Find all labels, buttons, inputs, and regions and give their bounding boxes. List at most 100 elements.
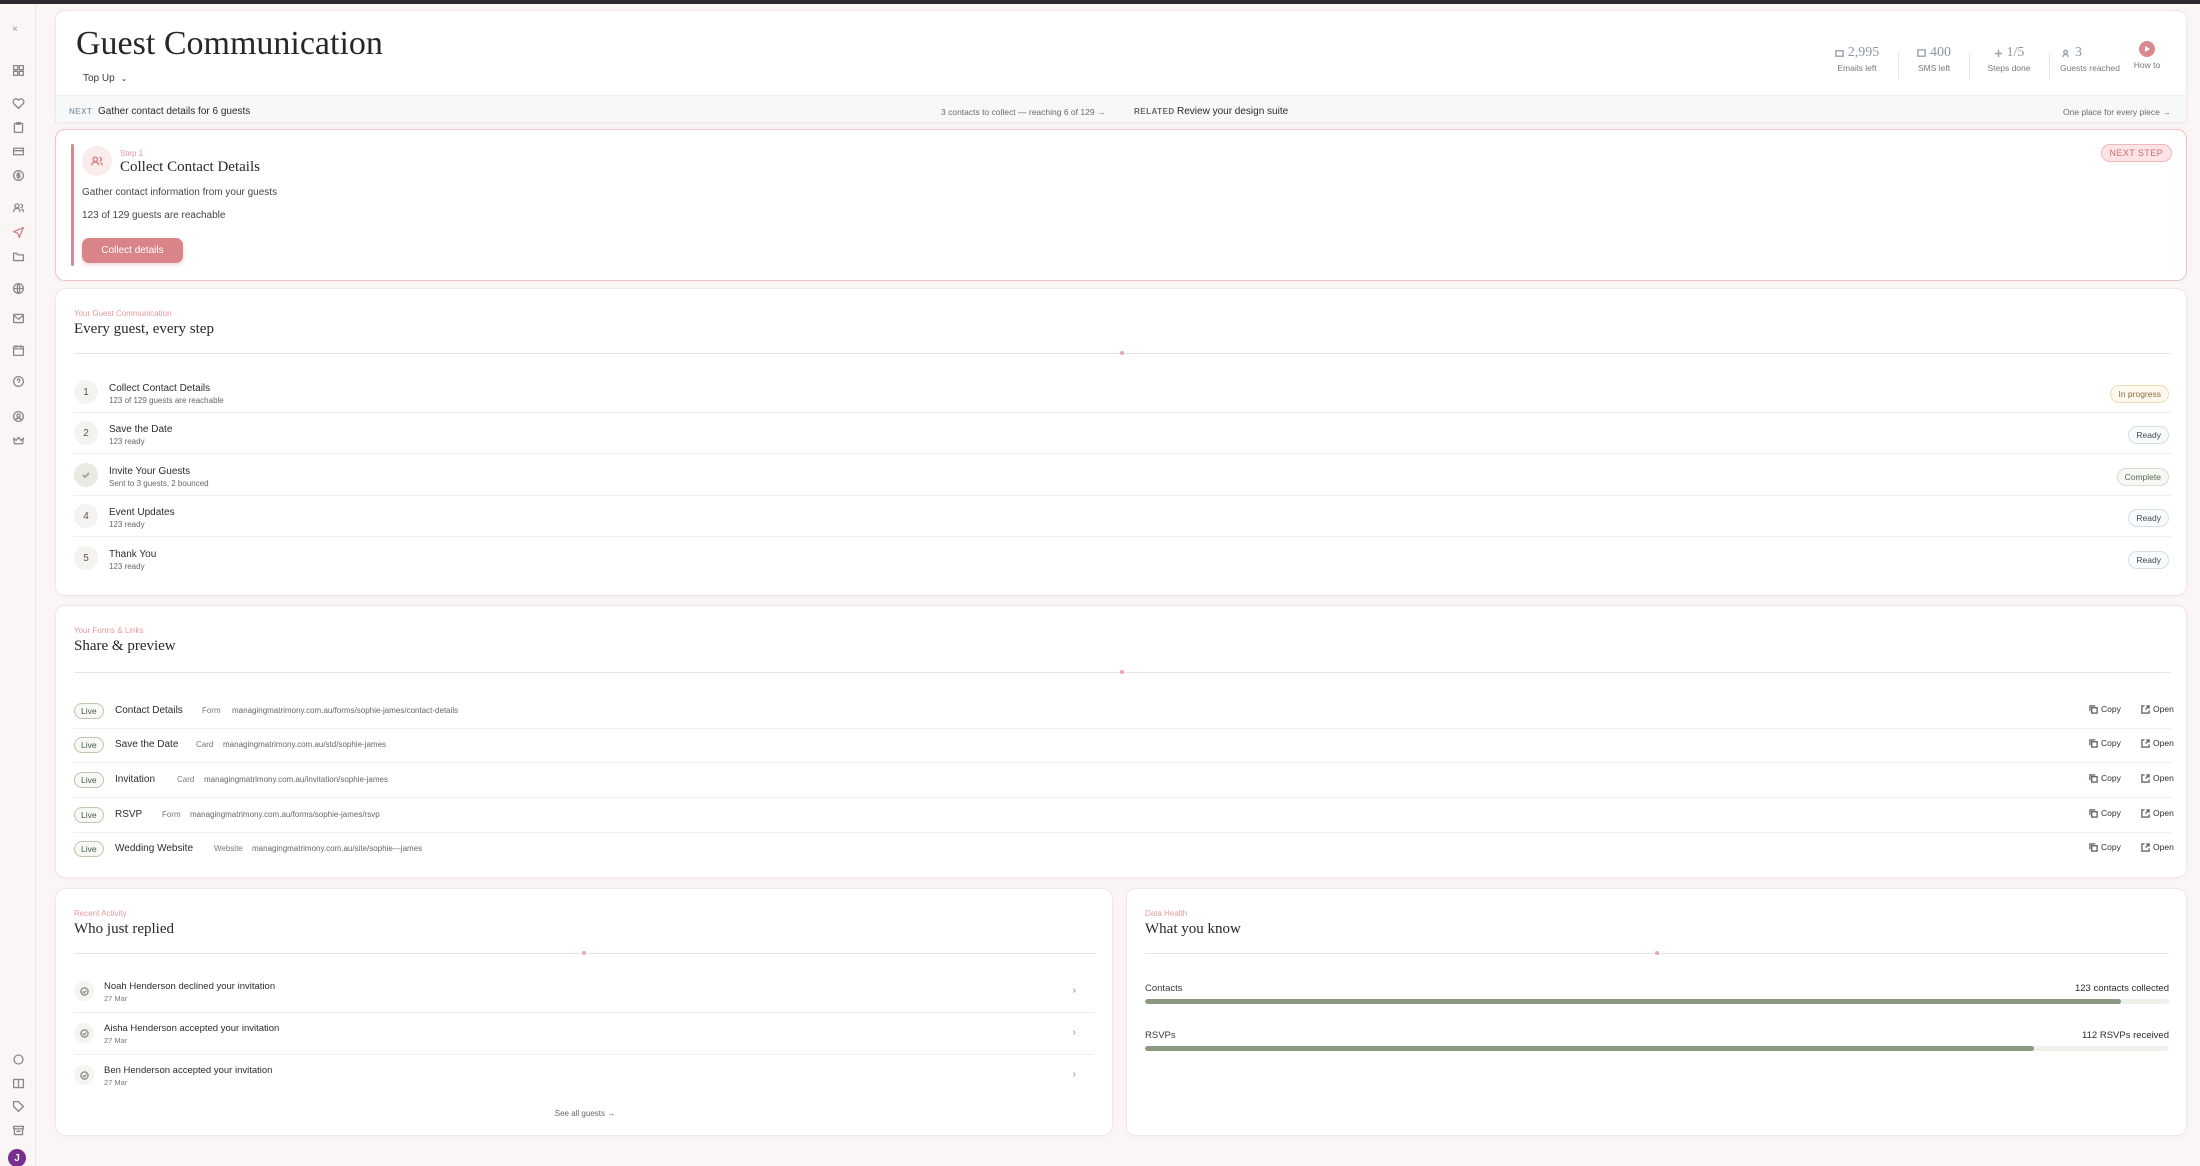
step-number-badge: 2 [74, 421, 98, 445]
status-badge: Complete [2116, 468, 2169, 486]
step-row[interactable]: 2 Save the Date 123 ready Ready [74, 413, 2171, 454]
stat-divider [2049, 53, 2050, 79]
collapse-sidebar-icon[interactable]: × [12, 24, 18, 35]
copy-button[interactable]: Copy [2089, 773, 2121, 783]
globe-icon[interactable] [10, 280, 26, 296]
step-row[interactable]: Invite Your Guests Sent to 3 guests, 2 b… [74, 455, 2171, 496]
how-to-button[interactable]: How to [2127, 41, 2167, 70]
folder-icon[interactable] [10, 248, 26, 264]
chevron-right-icon: › [1072, 1027, 1076, 1038]
status-badge: In progress [2110, 385, 2169, 403]
step-row[interactable]: 5 Thank You 123 ready Ready [74, 538, 2171, 579]
heart-icon[interactable] [10, 95, 26, 111]
stat-steps-done: 1/5 Steps done [1987, 45, 2031, 73]
check-circle-icon [74, 981, 94, 1001]
status-badge: Ready [2128, 551, 2169, 569]
divider-dot [582, 951, 586, 955]
collect-details-button[interactable]: Collect details [82, 238, 183, 263]
chevron-down-icon: ⌄ [120, 74, 128, 83]
chevron-right-icon: › [1072, 985, 1076, 996]
copy-button[interactable]: Copy [2089, 704, 2121, 714]
external-link-icon [2141, 808, 2150, 818]
users-icon [2062, 49, 2070, 57]
step-description: Gather contact information from your gue… [82, 187, 278, 198]
next-action-link[interactable]: Gather contact details for 6 guests [98, 106, 250, 117]
stat-sms-left: 400 SMS left [1917, 45, 1951, 73]
dollar-icon[interactable] [10, 167, 26, 183]
section-kicker: Recent Activity [74, 909, 127, 918]
link-url[interactable]: managingmatrimony.com.au/forms/sophie-ja… [190, 810, 380, 819]
avatar[interactable]: J [8, 1149, 26, 1166]
copy-button[interactable]: Copy [2089, 842, 2121, 852]
help-icon[interactable] [10, 373, 26, 389]
progress-fill [1145, 1046, 2034, 1051]
account-icon[interactable] [10, 408, 26, 424]
stat-divider [1969, 53, 1970, 79]
copy-icon [2089, 808, 2098, 818]
divider-dot [1120, 670, 1124, 674]
link-url[interactable]: managingmatrimony.com.au/site/sophie---j… [252, 844, 422, 853]
chat-icon[interactable] [10, 1051, 26, 1067]
related-link[interactable]: Review your design suite [1177, 106, 1288, 117]
guests-icon[interactable] [10, 199, 26, 215]
next-action-sub[interactable]: 3 contacts to collect — reaching 6 of 12… [941, 107, 1105, 117]
copy-icon [2089, 704, 2098, 714]
recent-activity-card: Recent Activity Who just replied Noah He… [55, 888, 1113, 1136]
link-url[interactable]: managingmatrimony.com.au/forms/sophie-ja… [232, 706, 458, 715]
activity-item[interactable]: Aisha Henderson accepted your invitation… [74, 1013, 1094, 1055]
step-row[interactable]: 4 Event Updates 123 ready Ready [74, 496, 2171, 537]
see-all-guests-link[interactable]: See all guests → [56, 1109, 1114, 1118]
send-icon[interactable] [10, 224, 26, 240]
book-icon[interactable] [10, 1075, 26, 1091]
next-step-badge: NEXT STEP [2100, 144, 2172, 162]
divider-dot [1120, 351, 1124, 355]
link-row: Live Wedding Website Website managingmat… [74, 832, 2174, 867]
open-button[interactable]: Open [2141, 842, 2174, 852]
top-up-label: Top Up [83, 73, 115, 84]
activity-item[interactable]: Ben Henderson accepted your invitation 2… [74, 1055, 1094, 1097]
external-link-icon [2141, 773, 2150, 783]
crown-icon[interactable] [10, 432, 26, 448]
calendar-icon[interactable] [10, 342, 26, 358]
link-url[interactable]: managingmatrimony.com.au/invitation/soph… [204, 775, 388, 784]
copy-button[interactable]: Copy [2089, 738, 2121, 748]
top-up-dropdown[interactable]: Top Up ⌄ [83, 73, 127, 84]
step-number-badge: 4 [74, 504, 98, 528]
link-url[interactable]: managingmatrimony.com.au/std/sophie-jame… [223, 740, 386, 749]
check-circle-icon [74, 1023, 94, 1043]
sidebar: × J [0, 4, 36, 1166]
status-badge: Ready [2128, 509, 2169, 527]
palette-icon[interactable] [10, 143, 26, 159]
open-button[interactable]: Open [2141, 738, 2174, 748]
check-icon [74, 463, 98, 487]
copy-icon [2089, 738, 2098, 748]
divider-dot [1655, 951, 1659, 955]
section-title: Share & preview [74, 638, 176, 654]
section-title: Who just replied [74, 921, 174, 937]
related-key: RELATED [1134, 107, 1175, 116]
step-number-badge: 5 [74, 546, 98, 570]
chevron-right-icon: › [1072, 1069, 1076, 1080]
archive-icon[interactable] [10, 1122, 26, 1138]
status-badge: Ready [2128, 426, 2169, 444]
section-kicker: Your Forms & Links [74, 626, 144, 635]
open-button[interactable]: Open [2141, 704, 2174, 714]
step-row[interactable]: 1 Collect Contact Details 123 of 129 gue… [74, 372, 2171, 413]
clipboard-icon[interactable] [10, 119, 26, 135]
mail-icon[interactable] [10, 310, 26, 326]
link-row: Live Contact Details Form managingmatrim… [74, 694, 2174, 729]
step-title: Collect Contact Details [120, 159, 260, 175]
related-sub[interactable]: One place for every piece → [2063, 107, 2171, 117]
copy-button[interactable]: Copy [2089, 808, 2121, 818]
live-badge: Live [74, 807, 104, 823]
activity-item[interactable]: Noah Henderson declined your invitation … [74, 971, 1094, 1013]
message-icon [1917, 48, 1926, 57]
stat-guests-reached: 3 Guests reached [2059, 45, 2120, 73]
link-row: Live Invitation Card managingmatrimony.c… [74, 763, 2174, 798]
open-button[interactable]: Open [2141, 808, 2174, 818]
open-button[interactable]: Open [2141, 773, 2174, 783]
arrow-right-icon: → [1096, 107, 1106, 117]
live-badge: Live [74, 772, 104, 788]
dashboard-icon[interactable] [10, 62, 26, 78]
tag-icon[interactable] [10, 1098, 26, 1114]
